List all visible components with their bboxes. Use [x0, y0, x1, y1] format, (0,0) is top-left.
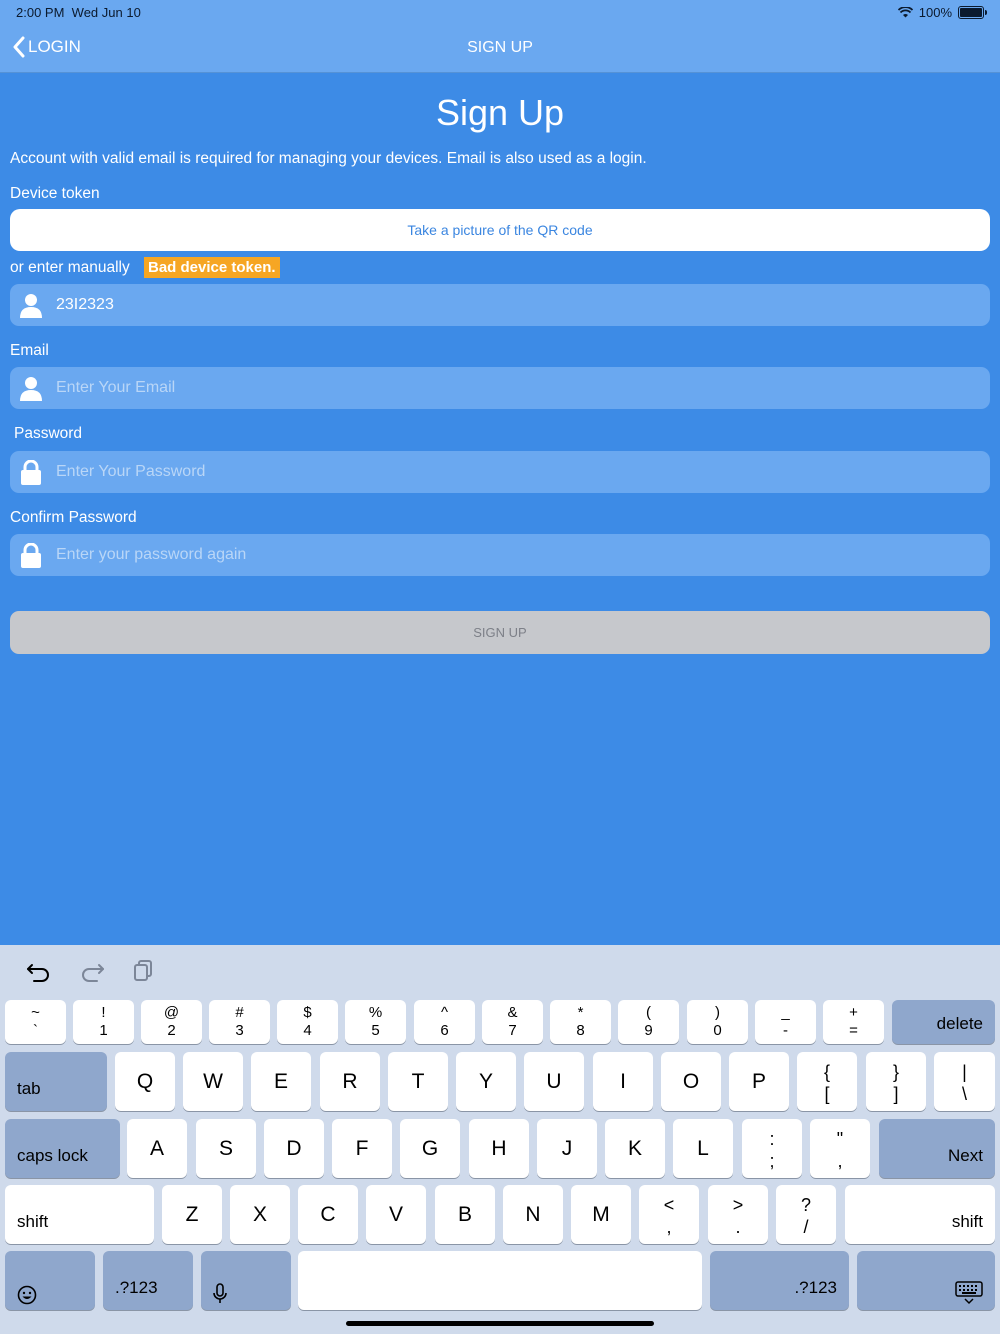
nav-bar: LOGIN SIGN UP — [0, 24, 1000, 73]
password-field[interactable] — [10, 451, 990, 493]
error-badge: Bad device token. — [144, 257, 280, 278]
shift-left-key[interactable]: shift — [5, 1185, 154, 1244]
key-7[interactable]: & 7 — [482, 1000, 543, 1044]
dictation-key[interactable] — [201, 1251, 291, 1310]
key-r[interactable]: R — [320, 1052, 380, 1111]
key-z[interactable]: Z — [162, 1185, 222, 1244]
email-label: Email — [10, 342, 49, 359]
key-f[interactable]: F — [332, 1119, 392, 1178]
space-key[interactable] — [298, 1251, 702, 1310]
key-equals[interactable]: + = — [823, 1000, 884, 1044]
device-token-field[interactable] — [10, 284, 990, 326]
key-c[interactable]: C — [298, 1185, 358, 1244]
numbers-key[interactable]: .?123 — [103, 1251, 193, 1310]
paste-icon[interactable] — [133, 959, 159, 983]
key-0[interactable]: ) 0 — [687, 1000, 748, 1044]
qr-code-button[interactable]: Take a picture of the QR code — [10, 209, 990, 251]
microphone-icon — [213, 1283, 227, 1303]
key-bracket-left[interactable]: {[ — [797, 1052, 857, 1111]
key-semicolon[interactable]: :; — [742, 1119, 802, 1178]
key-bracket-right[interactable]: }] — [866, 1052, 926, 1111]
key-6[interactable]: ^ 6 — [414, 1000, 475, 1044]
key-s[interactable]: S — [196, 1119, 256, 1178]
device-token-input[interactable] — [56, 296, 956, 314]
key-slash[interactable]: ? / — [776, 1185, 836, 1244]
key-h[interactable]: H — [469, 1119, 529, 1178]
redo-icon[interactable] — [79, 959, 105, 983]
shift-right-key[interactable]: shift — [845, 1185, 995, 1244]
key-b[interactable]: B — [435, 1185, 495, 1244]
key-v[interactable]: V — [366, 1185, 426, 1244]
key-k[interactable]: K — [605, 1119, 665, 1178]
email-input[interactable] — [56, 379, 956, 397]
key-quote[interactable]: ", — [810, 1119, 870, 1178]
key-n[interactable]: N — [503, 1185, 563, 1244]
key-9[interactable]: (9 — [618, 1000, 679, 1044]
battery-icon — [958, 6, 987, 19]
key-l[interactable]: L — [673, 1119, 733, 1178]
key-period[interactable]: >. — [708, 1185, 768, 1244]
key-5[interactable]: % 5 — [345, 1000, 406, 1044]
battery-percent: 100% — [918, 5, 952, 20]
key-o[interactable]: O — [661, 1052, 721, 1111]
key-backslash[interactable]: | \ — [934, 1052, 995, 1111]
key-3[interactable]: #3 — [209, 1000, 270, 1044]
key-comma[interactable]: <, — [639, 1185, 699, 1244]
user-icon — [20, 292, 42, 318]
key-j[interactable]: J — [537, 1119, 597, 1178]
key-i[interactable]: I — [593, 1052, 653, 1111]
key-q[interactable]: Q — [115, 1052, 175, 1111]
emoji-icon — [17, 1285, 37, 1305]
key-d[interactable]: D — [264, 1119, 324, 1178]
emoji-key[interactable] — [5, 1251, 95, 1310]
password-label: Password — [14, 425, 83, 442]
key-y[interactable]: Y — [456, 1052, 516, 1111]
caps-lock-key[interactable]: caps lock — [5, 1119, 120, 1178]
lock-icon — [20, 459, 42, 485]
key-u[interactable]: U — [524, 1052, 584, 1111]
key-e[interactable]: E — [251, 1052, 311, 1111]
key-minus[interactable]: _ - — [755, 1000, 816, 1044]
home-indicator[interactable] — [346, 1321, 654, 1326]
next-key[interactable]: Next — [879, 1119, 995, 1178]
numbers-right-key[interactable]: .?123 — [710, 1251, 849, 1310]
key-a[interactable]: A — [127, 1119, 187, 1178]
key-x[interactable]: X — [230, 1185, 290, 1244]
wifi-icon — [897, 7, 913, 18]
manual-entry-label: or enter manually — [10, 259, 130, 276]
status-right: 100% — [897, 5, 987, 20]
user-icon — [20, 375, 42, 401]
key-2[interactable]: @2 — [141, 1000, 202, 1044]
status-time: 2:00 PM Wed Jun 10 — [16, 5, 141, 20]
confirm-password-label: Confirm Password — [10, 509, 137, 526]
keyboard-dismiss-icon — [955, 1281, 983, 1305]
delete-key[interactable]: delete — [892, 1000, 995, 1044]
page-title: Sign Up — [435, 92, 565, 133]
key-g[interactable]: G — [400, 1119, 460, 1178]
key-p[interactable]: P — [729, 1052, 789, 1111]
password-input[interactable] — [56, 463, 956, 481]
confirm-password-field[interactable] — [10, 534, 990, 576]
key-8[interactable]: * 8 — [550, 1000, 611, 1044]
key-m[interactable]: M — [571, 1185, 631, 1244]
nav-title: SIGN UP — [467, 39, 533, 56]
tab-key[interactable]: tab — [5, 1052, 107, 1111]
key-w[interactable]: W — [183, 1052, 243, 1111]
dismiss-keyboard-key[interactable] — [857, 1251, 995, 1310]
keyboard-toolbar — [0, 945, 1000, 997]
key-4[interactable]: $4 — [277, 1000, 338, 1044]
status-bar: 2:00 PM Wed Jun 10 100% — [0, 0, 1000, 24]
description-text: Account with valid email is required for… — [10, 150, 647, 167]
keyboard: ~ ` ! 1 @2 #3 $4 % 5 ^ 6 & 7 * 8 (9 ) 0 _ - + = d… — [0, 945, 1000, 1334]
device-token-label: Device token — [10, 185, 100, 202]
confirm-password-input[interactable] — [56, 546, 956, 564]
key-t[interactable]: T — [388, 1052, 448, 1111]
sign-up-button[interactable]: SIGN UP — [10, 611, 990, 654]
key-backtick[interactable]: ~ ` — [5, 1000, 66, 1044]
key-1[interactable]: ! 1 — [73, 1000, 134, 1044]
email-field[interactable] — [10, 367, 990, 409]
lock-icon — [20, 542, 42, 568]
undo-icon[interactable] — [26, 959, 52, 983]
